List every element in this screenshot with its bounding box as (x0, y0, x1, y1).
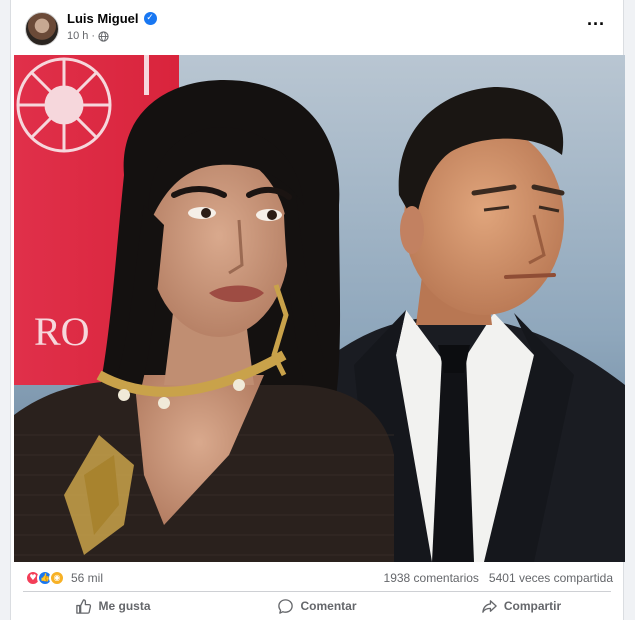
comment-button[interactable]: Comentar (215, 592, 419, 620)
share-button[interactable]: Compartir (419, 592, 623, 620)
post-time[interactable]: 10 h (67, 30, 88, 42)
stats-right: 1938 comentarios 5401 veces compartida (384, 571, 613, 585)
backdrop-text: RO (34, 309, 90, 354)
post-card: Luis Miguel ✓ 10 h · ··· RO ♥ 👍 ◉ 56 mil… (10, 0, 625, 620)
wow-reaction-icon: ◉ (49, 570, 65, 586)
share-icon (482, 599, 497, 613)
comment-icon (278, 598, 294, 614)
avatar[interactable] (25, 12, 59, 46)
like-label: Me gusta (98, 599, 151, 613)
comment-label: Comentar (300, 599, 357, 613)
more-options-button[interactable]: ··· (583, 14, 609, 40)
reactions-count[interactable]: 56 mil (71, 571, 103, 585)
thumbs-up-icon (76, 598, 92, 614)
comments-count[interactable]: 1938 comentarios (384, 571, 479, 585)
post-actions: Me gusta Comentar Compartir (11, 592, 623, 620)
photo-illustration: RO (14, 55, 625, 562)
post-header: Luis Miguel ✓ 10 h · ··· (11, 0, 623, 55)
verified-badge-icon: ✓ (143, 12, 157, 25)
author-row: Luis Miguel ✓ (67, 11, 157, 26)
author-name[interactable]: Luis Miguel (67, 11, 139, 26)
post-photo[interactable]: RO (14, 55, 625, 562)
post-meta: 10 h · (67, 30, 109, 42)
reactions-summary[interactable]: ♥ 👍 ◉ 56 mil (25, 570, 103, 586)
like-button[interactable]: Me gusta (11, 592, 215, 620)
backdrop-logo (16, 57, 112, 153)
shares-count[interactable]: 5401 veces compartida (489, 571, 613, 585)
share-label: Compartir (503, 599, 562, 613)
meta-separator: · (91, 30, 96, 42)
post-stats: ♥ 👍 ◉ 56 mil 1938 comentarios 5401 veces… (11, 566, 623, 590)
globe-icon (98, 30, 109, 42)
